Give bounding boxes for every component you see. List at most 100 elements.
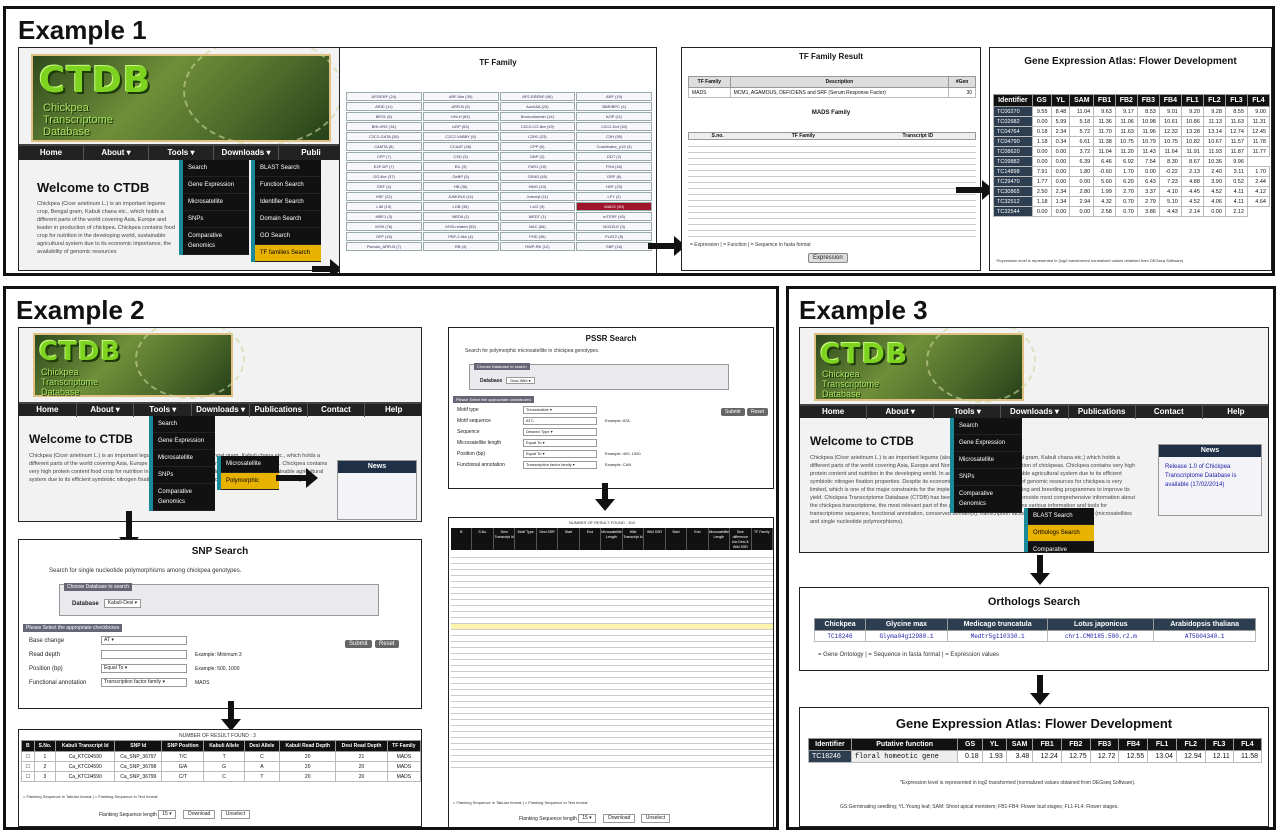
tf-family-cell[interactable]: CSD (3) [422,152,499,161]
tf-family-cell[interactable]: DBP (3) [499,152,576,161]
table-cell[interactable]: TC08620 [993,146,1033,157]
tools-menu-2-item-2[interactable]: Microsatellite [153,450,215,467]
tools-menu-item-2[interactable]: Microsatellite [183,194,249,211]
expression-button[interactable]: Expression [808,253,848,263]
pssr-field-input[interactable]: Transcription factor family ▾ [523,461,597,469]
tf-family-cell[interactable]: CPP (7) [346,152,422,161]
nav-home-2[interactable]: Home [19,403,77,417]
tf-family-cell[interactable]: HMG (10) [499,182,576,191]
snp-unselect-button[interactable]: Unselect [220,810,251,819]
tf-family-cell[interactable]: MBF1 (3) [346,212,422,221]
news-text-3[interactable]: Release 1.0 of Chickpea Transcriptome Da… [1159,457,1261,496]
comparative-submenu-item-2[interactable]: Comparative Expression Search [1028,542,1094,552]
tf-family-cell[interactable]: RWP-RK (12) [499,242,576,251]
tf-family-cell[interactable]: NAC (56) [499,222,576,231]
tools-menu-2-item-0[interactable]: Search [153,416,215,433]
tf-family-cell[interactable]: CAMTA (5) [346,142,422,151]
tf-family-cell[interactable]: BES1 (5) [346,112,422,121]
tf-family-cell[interactable]: PHD (36) [499,232,576,241]
pssr-field-input[interactable]: Equal To ▾ [523,439,597,447]
table-cell[interactable]: ☐ [21,761,35,772]
tf-family-cell[interactable]: BHLHRZ (34) [346,122,422,131]
tf-family-cell[interactable]: bZIP (11) [576,112,652,121]
tf-family-cell[interactable]: HSF (22) [346,192,422,201]
nav-home[interactable]: Home [19,146,84,160]
gea-3-cell[interactable]: TC18246 [808,750,852,763]
nav-tools[interactable]: Tools ▾ [149,146,214,160]
tf-family-cell[interactable]: bHLH (63) [422,112,499,121]
tf-family-cell[interactable]: PBF-2-like (4) [422,232,499,241]
pssr-submit-button[interactable]: Submit [721,408,745,416]
table-cell[interactable]: ☐ [21,751,35,762]
search-submenu-item-0[interactable]: BLAST Search [255,160,321,177]
table-cell[interactable]: ☐ [21,771,35,782]
micro-submenu-item-0[interactable]: Microsatellite [221,456,279,473]
tf-family-cell[interactable]: ARR-B (9) [422,102,499,111]
tf-family-cell[interactable]: HSF (23) [576,182,652,191]
micro-submenu-item-1[interactable]: Polymorphic [221,473,279,490]
table-cell[interactable]: TC14898 [993,166,1033,177]
tf-family-cell[interactable]: Jumonji (11) [499,192,576,201]
table-cell[interactable]: TC32512 [993,196,1033,207]
tf-family-cell[interactable]: LIM (13) [346,202,422,211]
tf-family-cell[interactable]: C2H2 (23) [499,132,576,141]
table-cell[interactable]: TC00270 [993,106,1033,117]
tf-family-cell[interactable]: RB (4) [422,242,499,251]
pssr-field-input[interactable]: Desired Type ▾ [523,428,597,436]
nav-downloads-2[interactable]: Downloads ▾ [192,403,250,417]
nav-tools-2[interactable]: Tools ▾ [134,403,193,417]
tf-family-cell[interactable]: CCAAT (46) [422,142,499,151]
tf-family-cell[interactable]: MED6 (1) [422,212,499,221]
tf-family-cell[interactable]: MYB (76) [346,222,422,231]
tf-family-cell[interactable]: C3H (55) [576,132,652,141]
tf-family-cell[interactable]: FAR1 (19) [499,162,576,171]
nav-tools-3[interactable]: Tools ▾ [934,405,1002,419]
orthologs-cell[interactable]: Medtr5g110330.1 [946,630,1049,642]
tf-family-cell[interactable]: AP2/ERF (24) [346,92,422,101]
nav-downloads[interactable]: Downloads ▾ [214,146,279,160]
search-submenu-item-3[interactable]: Domain Search [255,211,321,228]
tf-family-cell[interactable]: Bromodomain (14) [499,112,576,121]
tools-menu-item-4[interactable]: Comparative Genomics [183,228,249,255]
tf-family-cell[interactable]: GRF (4) [346,182,422,191]
nav-publications-3[interactable]: Publications [1069,405,1136,419]
tf-family-cell[interactable]: OFP (15) [346,232,422,241]
tf-family-cell[interactable]: ARID (11) [346,102,422,111]
tf-family-cell[interactable]: NOZZLE (3) [576,222,652,231]
snp-field-input[interactable] [101,650,187,659]
nav-contact-2[interactable]: Contact [308,403,366,417]
tools-menu-3-item-4[interactable]: Comparative Genomics [954,486,1022,513]
tf-family-cell[interactable]: JUMONJI (11) [422,192,499,201]
tf-family-cell[interactable]: EIL (3) [422,162,499,171]
orthologs-cell[interactable]: AT5G04340.1 [1153,630,1256,642]
snp-submit-button[interactable]: Submit [345,640,372,648]
tf-family-cell[interactable]: PLATZ (8) [576,232,652,241]
tools-menu-2-item-1[interactable]: Gene Expression [153,433,215,450]
tools-menu-item-3[interactable]: SNPs [183,211,249,228]
pssr-unselect-button[interactable]: Unselect [640,814,671,823]
pssr-download-button[interactable]: Download [603,814,636,823]
tf-family-cell[interactable]: MYB-related (53) [422,222,499,231]
search-submenu-item-1[interactable]: Function Search [255,177,321,194]
nav-help-3[interactable]: Help [1203,405,1268,419]
search-submenu-item-tf[interactable]: TF families Search [255,245,321,262]
table-cell[interactable]: TC02682 [993,116,1033,127]
orthologs-cell[interactable]: TC18246 [813,630,867,642]
tf-family-cell[interactable]: Coactivator_p15 (4) [576,142,652,151]
tf-family-cell[interactable]: SBP (16) [576,242,652,251]
table-cell[interactable]: TC09882 [993,156,1033,167]
table-cell[interactable]: TC04764 [993,126,1033,137]
tf-family-cell[interactable]: LFY (2) [576,192,652,201]
tf-family-cell[interactable]: Pseudo_ARR-B (7) [346,242,422,251]
snp-field-input[interactable]: AT ▾ [101,636,187,645]
search-submenu-item-4[interactable]: GO Search [255,228,321,245]
tf-family-cell[interactable]: MEDT (1) [499,212,576,221]
tf-family-cell[interactable]: Aux/IAA (23) [499,102,576,111]
tools-menu-3-item-0[interactable]: Search [954,418,1022,435]
tools-menu-3-item-1[interactable]: Gene Expression [954,435,1022,452]
nav-contact-3[interactable]: Contact [1136,405,1203,419]
tools-menu-item-1[interactable]: Gene Expression [183,177,249,194]
tf-family-cell[interactable]: C2C2-CO-like (19) [499,122,576,131]
nav-downloads-3[interactable]: Downloads ▾ [1001,405,1069,419]
tools-menu-3-item-3[interactable]: SNPs [954,469,1022,486]
